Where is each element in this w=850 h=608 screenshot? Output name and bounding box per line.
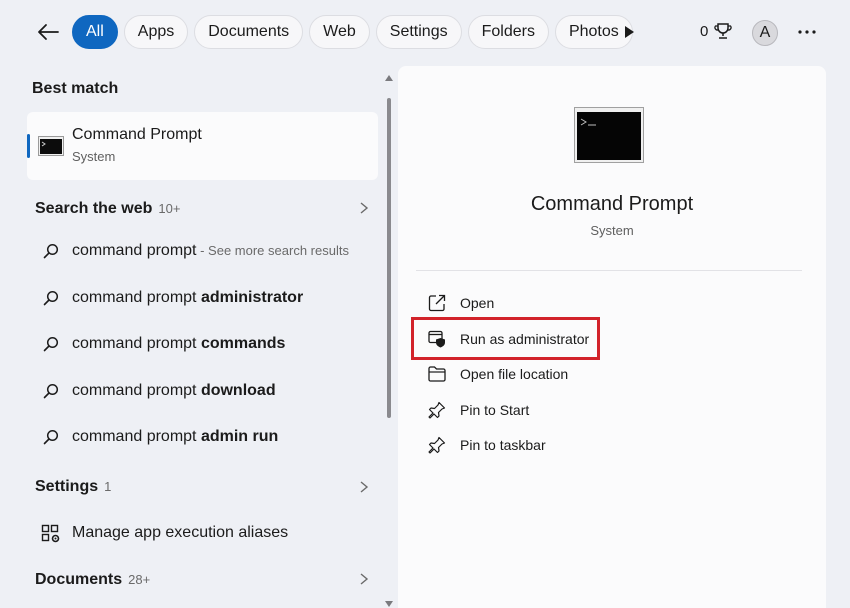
search-icon bbox=[43, 243, 59, 259]
web-result-item[interactable]: command prompt administrator bbox=[0, 277, 380, 323]
detail-subtitle: System bbox=[590, 223, 634, 238]
web-result-bold: administrator bbox=[200, 289, 304, 306]
documents-label: Documents bbox=[35, 571, 123, 588]
pin-to-taskbar-label: Pin to taskbar bbox=[460, 437, 546, 453]
more-filters-button[interactable] bbox=[619, 22, 639, 42]
chevron-right-icon[interactable] bbox=[358, 201, 370, 215]
web-result-bold: commands bbox=[200, 335, 286, 352]
pin-to-taskbar-action[interactable]: Pin to taskbar bbox=[426, 429, 726, 461]
filter-settings[interactable]: Settings bbox=[375, 15, 462, 49]
search-web-count: 10+ bbox=[158, 201, 181, 216]
scrollbar-thumb[interactable] bbox=[387, 98, 391, 418]
settings-count: 1 bbox=[104, 479, 112, 494]
app-settings-icon bbox=[41, 524, 60, 543]
search-results-pane: Best match Command Prompt System Search … bbox=[0, 64, 395, 608]
selection-indicator bbox=[27, 134, 30, 158]
search-icon bbox=[43, 429, 59, 445]
rewards-points[interactable]: 0 bbox=[700, 22, 732, 40]
settings-header[interactable]: Settings 1 bbox=[35, 478, 111, 496]
web-result-item[interactable]: command prompt admin run bbox=[0, 416, 380, 462]
command-prompt-icon bbox=[38, 136, 64, 156]
open-action-label: Open bbox=[460, 295, 495, 311]
documents-count: 28+ bbox=[128, 572, 151, 587]
chevron-right-icon[interactable] bbox=[358, 480, 370, 494]
pin-to-start-label: Pin to Start bbox=[460, 402, 530, 418]
play-icon bbox=[625, 26, 634, 38]
best-match-title: Command Prompt bbox=[72, 126, 202, 143]
results-scrollbar[interactable] bbox=[385, 74, 393, 608]
scroll-down-icon[interactable] bbox=[385, 600, 393, 608]
run-as-administrator-label: Run as administrator bbox=[460, 331, 590, 347]
filter-documents[interactable]: Documents bbox=[194, 15, 304, 49]
search-icon bbox=[43, 336, 59, 352]
web-result-bold: download bbox=[200, 382, 276, 399]
web-result-text: command prompt bbox=[72, 335, 201, 352]
pin-icon bbox=[428, 401, 446, 419]
trophy-icon bbox=[714, 23, 732, 39]
search-web-header[interactable]: Search the web 10+ bbox=[35, 200, 180, 218]
filter-bar: All Apps Documents Web Settings Folders … bbox=[0, 0, 850, 64]
user-avatar[interactable]: A bbox=[752, 20, 778, 46]
best-match-header: Best match bbox=[32, 80, 119, 97]
filter-folders[interactable]: Folders bbox=[467, 15, 549, 49]
filter-web[interactable]: Web bbox=[309, 15, 370, 49]
folder-icon bbox=[428, 366, 446, 382]
web-result-text: command prompt bbox=[72, 289, 201, 306]
filter-all[interactable]: All bbox=[72, 15, 118, 49]
settings-label: Settings bbox=[35, 478, 99, 495]
web-result-item[interactable]: command prompt download bbox=[0, 370, 380, 416]
divider bbox=[416, 270, 802, 271]
web-result-bold: admin run bbox=[200, 428, 279, 445]
points-value: 0 bbox=[700, 22, 709, 40]
scroll-up-icon[interactable] bbox=[385, 74, 393, 82]
arrow-left-icon bbox=[38, 24, 59, 40]
web-result-text: command prompt bbox=[72, 428, 201, 445]
settings-result-item[interactable]: Manage app execution aliases bbox=[0, 516, 380, 556]
web-result-hint: - See more search results bbox=[196, 243, 349, 258]
best-match-subtitle: System bbox=[72, 149, 116, 164]
web-result-item[interactable]: command prompt - See more search results bbox=[0, 230, 380, 276]
more-options-button[interactable] bbox=[796, 22, 818, 42]
run-as-administrator-action[interactable]: Run as administrator bbox=[426, 323, 726, 355]
web-result-item[interactable]: command prompt commands bbox=[0, 323, 380, 369]
pin-icon bbox=[428, 436, 446, 454]
web-result-text: command prompt bbox=[72, 382, 201, 399]
back-button[interactable] bbox=[34, 18, 62, 46]
open-action[interactable]: Open bbox=[426, 287, 726, 319]
shield-window-icon bbox=[428, 330, 445, 348]
detail-title: Command Prompt bbox=[530, 193, 694, 215]
chevron-right-icon[interactable] bbox=[358, 572, 370, 586]
filter-apps[interactable]: Apps bbox=[123, 15, 189, 49]
open-file-location-label: Open file location bbox=[460, 366, 569, 382]
filter-pills: All Apps Documents Web Settings Folders … bbox=[72, 15, 633, 49]
detail-pane: Command Prompt System Open Run as admini… bbox=[398, 66, 826, 608]
open-external-icon bbox=[428, 294, 446, 312]
documents-header[interactable]: Documents 28+ bbox=[35, 571, 150, 589]
pin-to-start-action[interactable]: Pin to Start bbox=[426, 394, 726, 426]
open-file-location-action[interactable]: Open file location bbox=[426, 358, 726, 390]
best-match-item[interactable]: Command Prompt System bbox=[27, 112, 378, 180]
command-prompt-icon bbox=[574, 107, 644, 163]
web-result-text: command prompt bbox=[72, 242, 197, 259]
search-icon bbox=[43, 290, 59, 306]
settings-result-text: Manage app execution aliases bbox=[72, 524, 289, 541]
search-icon bbox=[43, 383, 59, 399]
search-web-label: Search the web bbox=[35, 200, 153, 217]
more-horizontal-icon bbox=[798, 30, 816, 34]
